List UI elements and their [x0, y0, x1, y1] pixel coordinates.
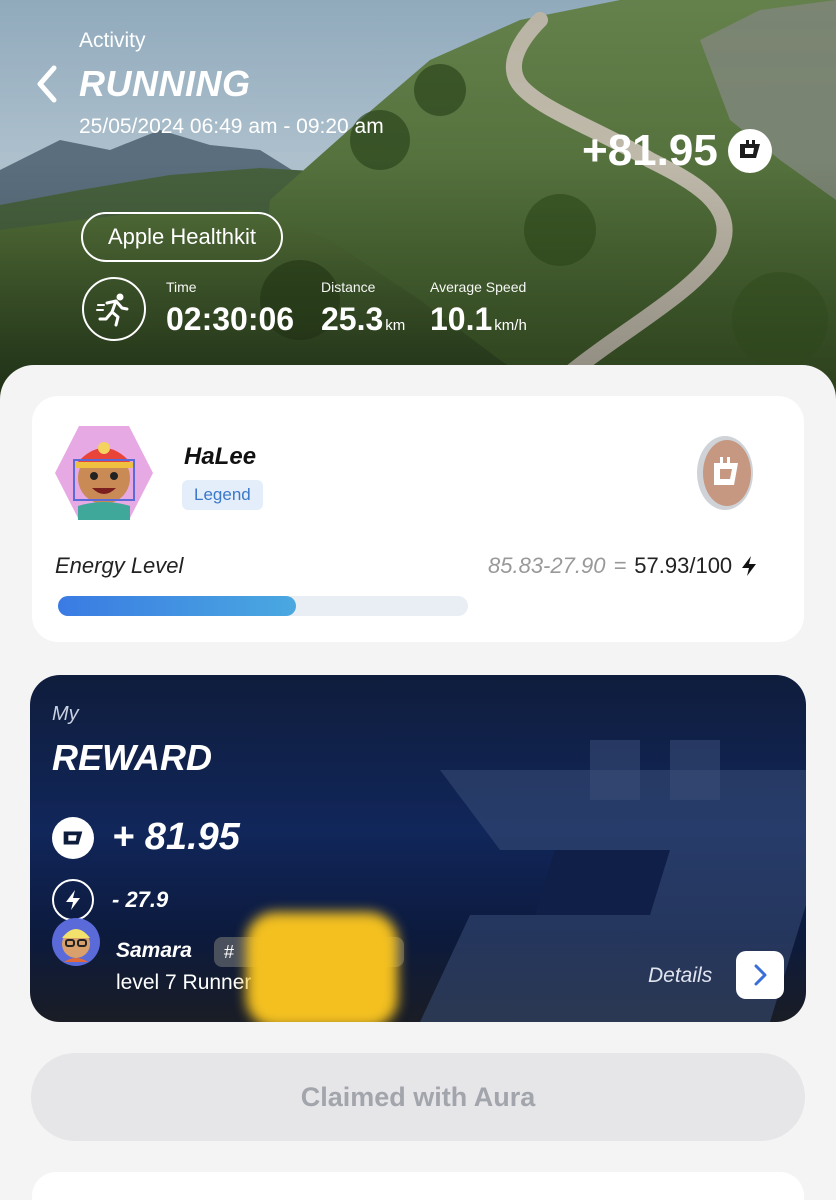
data-source-button[interactable]: Apple Healthkit — [81, 212, 283, 262]
stat-time-label: Time — [166, 279, 197, 295]
reward-energy-spent: - 27.9 — [112, 887, 169, 912]
lightning-icon — [52, 879, 94, 921]
total-reward: +81.95 — [582, 126, 772, 176]
redaction-blur — [246, 912, 398, 1022]
stat-speed-label: Average Speed — [430, 279, 527, 295]
running-icon — [82, 277, 146, 341]
details-label: Details — [648, 964, 713, 987]
total-reward-value: +81.95 — [582, 126, 718, 175]
stat-distance-value: 25.3 — [321, 301, 384, 337]
stat-time: Time 02:30:06 — [166, 279, 294, 338]
reward-token-row: + 81.95 — [52, 816, 240, 859]
stat-distance-label: Distance — [321, 279, 376, 295]
energy-formula: 85.83-27.90 — [488, 553, 606, 578]
energy-equals: = — [613, 553, 627, 578]
reward-energy-row: - 27.9 — [52, 879, 168, 921]
hero-banner: Activity RUNNING 25/05/2024 06:49 am - 0… — [0, 0, 836, 400]
next-card — [32, 1172, 804, 1200]
token-coin-icon — [727, 129, 772, 173]
activity-datetime: 25/05/2024 06:49 am - 09:20 am — [79, 115, 384, 138]
page-title: RUNNING — [79, 63, 251, 104]
hero-overlay — [0, 0, 836, 400]
lightning-icon — [742, 556, 757, 576]
stat-speed-value: 10.1 — [430, 301, 493, 337]
energy-level-label: Energy Level — [55, 553, 184, 578]
back-button[interactable] — [30, 64, 66, 104]
activity-detail-screen: Activity RUNNING 25/05/2024 06:49 am - 0… — [0, 0, 836, 1200]
claimer-level: level 7 Runner — [116, 971, 252, 994]
claim-button[interactable]: Claimed with Aura — [31, 1053, 805, 1141]
claimer-avatar — [52, 918, 100, 966]
stat-speed-unit: km/h — [494, 317, 527, 334]
reward-title: REWARD — [52, 737, 212, 778]
chevron-right-icon — [754, 964, 767, 986]
avatar — [55, 426, 153, 520]
back-chevron-icon — [37, 65, 57, 103]
details-button[interactable] — [736, 951, 784, 999]
reward-my-label: My — [52, 703, 79, 725]
energy-calculation: 85.83-27.90 = 57.93/100 — [488, 553, 758, 579]
stat-speed-value-row: 10.1 km/h — [430, 301, 527, 338]
section-label: Activity — [79, 29, 146, 52]
claimer-name: Samara — [116, 939, 192, 962]
token-coin-icon — [697, 436, 753, 510]
stat-distance-value-row: 25.3 km — [321, 301, 405, 338]
energy-result: 57.93/100 — [634, 553, 733, 578]
token-coin-icon — [52, 816, 94, 859]
stat-speed: Average Speed 10.1 km/h — [430, 279, 527, 338]
stat-time-value: 02:30:06 — [166, 301, 295, 337]
rank-badge: Legend — [182, 480, 263, 510]
user-name: HaLee — [184, 443, 257, 470]
energy-bar-fill — [58, 596, 296, 616]
reward-token-amount: + 81.95 — [112, 816, 240, 858]
stat-distance: Distance 25.3 km — [321, 279, 405, 338]
reward-card: My REWARD + 81.95 - 27.9 Samara # level … — [30, 675, 806, 1022]
stat-distance-unit: km — [385, 317, 406, 334]
